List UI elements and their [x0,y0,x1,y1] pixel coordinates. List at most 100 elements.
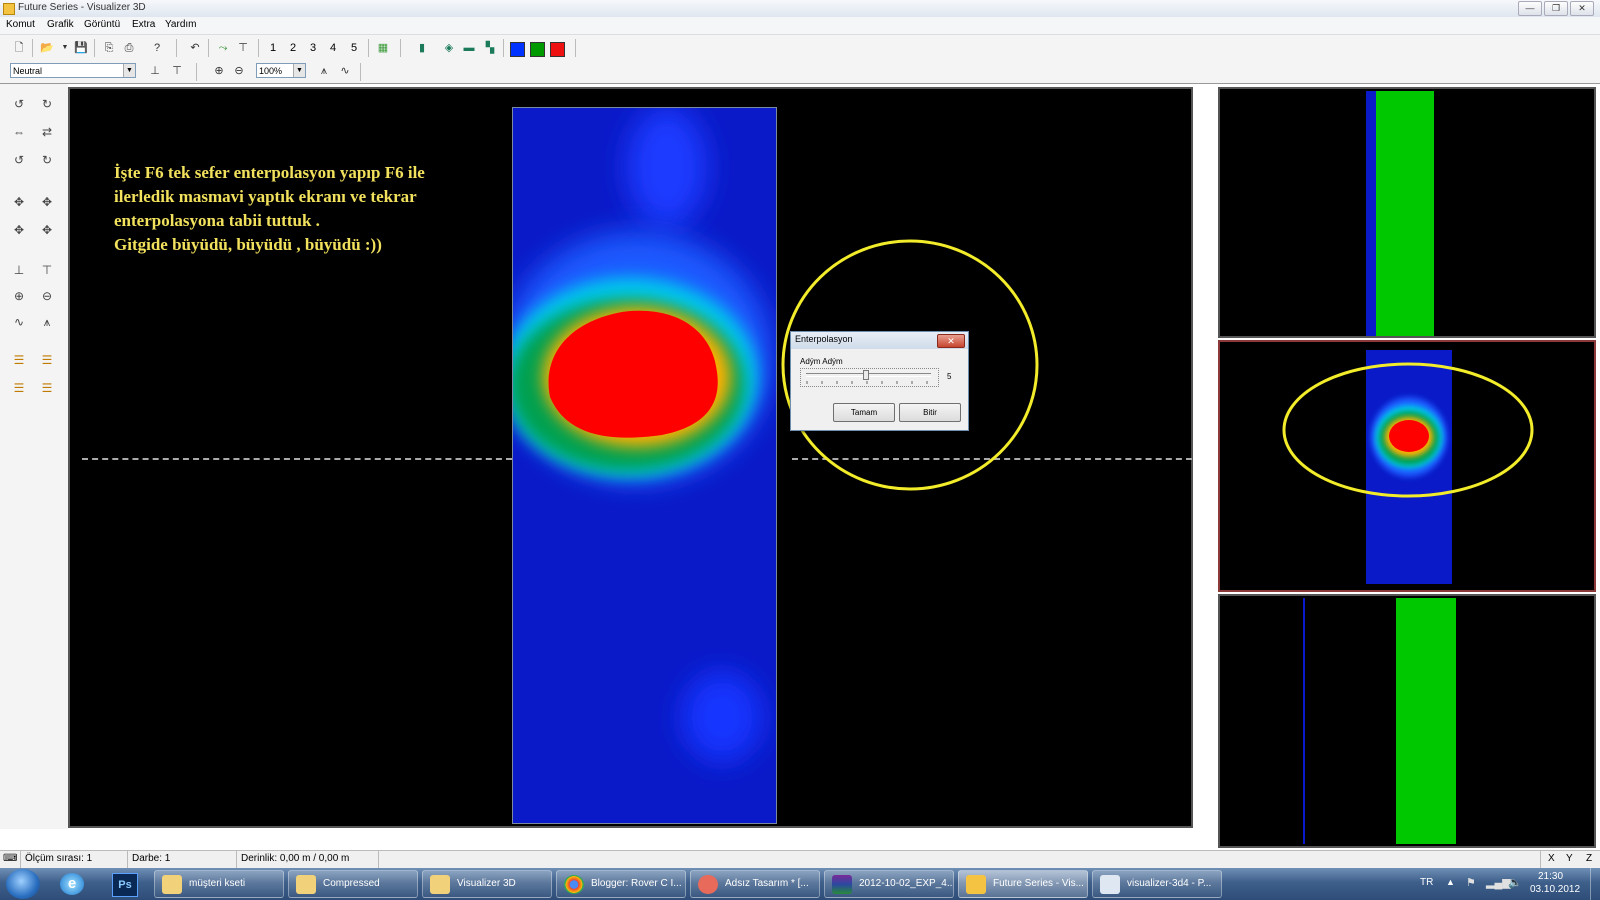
interpolate-icon[interactable]: ⤳ [214,39,232,57]
align-left-icon[interactable]: ☰ [10,380,28,396]
axis-x-button[interactable]: X [1548,853,1555,864]
restore-button[interactable]: ❐ [1544,1,1568,16]
grid-icon[interactable]: ▦ [374,39,392,57]
taskbar-item[interactable]: Adsız Tasarım * [... [690,870,820,898]
help-icon[interactable]: ? [148,39,166,57]
dialog-close-button[interactable]: ✕ [937,334,965,348]
minimize-button[interactable]: — [1518,1,1542,16]
main-toolbar: 🗋 📂 ▼ 💾 ⎘ ⎙ ? ↶ ⤳ ⊤ 1 2 3 4 5 ▦ ▮ ◈ ▬ ▚ [0,35,1600,62]
clock-time[interactable]: 21:30 [1538,871,1563,882]
chrome-icon [564,875,584,894]
side-view-top[interactable] [1218,87,1596,338]
side-view-bottom[interactable] [1218,594,1596,848]
amplify-down-icon[interactable]: ∿ [10,314,28,330]
pan-alt-icon[interactable]: ✥ [38,222,56,238]
start-button[interactable] [6,869,40,899]
zoom-select[interactable]: 100% ▼ [256,63,306,78]
step-down-icon[interactable]: ⊥ [146,62,164,80]
folder-icon [430,875,450,894]
clock-date[interactable]: 03.10.2012 [1530,884,1580,895]
taskbar-item[interactable]: 2012-10-02_EXP_4... [824,870,954,898]
finish-button[interactable]: Bitir [899,403,961,422]
step-up-icon[interactable]: ⊤ [38,262,56,278]
filter-icon[interactable]: ⊤ [234,39,252,57]
amplify-down-icon[interactable]: ∿ [336,62,354,80]
network-icon[interactable]: ▂▄▆ [1486,876,1511,889]
slice-icon[interactable]: ▬ [460,39,478,57]
menu-komut[interactable]: Komut [6,19,35,30]
taskbar-item[interactable]: Visualizer 3D [422,870,552,898]
taskbar-item[interactable]: Blogger: Rover C I... [556,870,686,898]
side-view-top-plot [1366,91,1434,336]
new-file-icon[interactable]: 🗋 [10,39,28,57]
flip-horizontal-alt-icon[interactable]: ⇄ [38,124,56,140]
side-view-bottom-plot [1303,598,1456,844]
align-right-icon[interactable]: ☰ [38,380,56,396]
volume-icon[interactable]: ▚ [481,39,499,57]
save-icon[interactable]: 💾 [72,39,90,57]
print-icon[interactable]: ⎙ [120,39,138,57]
menu-yardim[interactable]: Yardım [165,19,197,30]
undo-icon[interactable]: ↶ [186,39,204,57]
layer-up-icon[interactable]: ☰ [10,352,28,368]
menu-goruntu[interactable]: Görüntü [84,19,120,30]
zoom-out-icon[interactable]: ⊖ [230,62,248,80]
close-button[interactable]: ✕ [1570,1,1594,16]
red-color-swatch[interactable] [550,42,565,57]
open-folder-icon[interactable]: 📂 [38,39,56,57]
main-3d-view[interactable]: İşte F6 tek sefer enterpolasyon yapıp F6… [68,87,1193,828]
blue-color-swatch[interactable] [510,42,525,57]
step-down-icon[interactable]: ⊥ [10,262,28,278]
rotate-x-icon[interactable]: ↺ [10,152,28,168]
menu-grafik[interactable]: Grafik [47,19,74,30]
surface-icon[interactable]: ◈ [440,39,458,57]
language-indicator[interactable]: TR [1420,877,1433,888]
future-series-icon [966,875,986,894]
rotate-right-icon[interactable]: ↻ [38,96,56,112]
layer-down-icon[interactable]: ☰ [38,352,56,368]
view-4-button[interactable]: 4 [325,39,341,57]
action-center-icon[interactable]: ⚑ [1466,876,1476,889]
show-desktop-button[interactable] [1590,868,1600,900]
step-up-icon[interactable]: ⊤ [168,62,186,80]
pan-icon[interactable]: ✥ [10,222,28,238]
paint-icon [1100,875,1120,894]
move-icon[interactable]: ✥ [10,194,28,210]
taskbar-item-label: Blogger: Rover C I... [591,878,682,889]
taskbar-item-active[interactable]: Future Series - Vis... [958,870,1088,898]
taskbar-item[interactable]: müşteri kseti [154,870,284,898]
move-alt-icon[interactable]: ✥ [38,194,56,210]
layer-icon[interactable]: ▮ [413,39,431,57]
view-3-button[interactable]: 3 [305,39,321,57]
amplify-up-icon[interactable]: ⩚ [315,62,333,80]
export-icon[interactable]: ⎘ [100,39,118,57]
zoom-in-icon[interactable]: ⊕ [210,62,228,80]
taskbar-item[interactable]: Compressed [288,870,418,898]
internet-explorer-icon[interactable]: e [60,873,84,895]
view-5-button[interactable]: 5 [346,39,362,57]
taskbar-item[interactable]: visualizer-3d4 - P... [1092,870,1222,898]
volume-icon[interactable]: 🔈 [1508,876,1522,889]
rotate-left-icon[interactable]: ↺ [10,96,28,112]
mode-select[interactable]: Neutral ▼ [10,63,136,78]
photoshop-icon[interactable]: Ps [112,873,138,897]
axis-y-button[interactable]: Y [1566,853,1573,864]
menu-extra[interactable]: Extra [132,19,155,30]
axis-z-button[interactable]: Z [1586,853,1592,864]
ok-button[interactable]: Tamam [833,403,895,422]
step-slider[interactable] [800,368,939,387]
view-2-button[interactable]: 2 [285,39,301,57]
green-color-swatch[interactable] [530,42,545,57]
rotate-x-alt-icon[interactable]: ↻ [38,152,56,168]
winrar-icon [832,875,852,894]
view-1-button[interactable]: 1 [265,39,281,57]
zoom-out-icon[interactable]: ⊖ [38,288,56,304]
side-view-middle[interactable] [1218,340,1596,592]
toolbar-separator [368,39,369,57]
zoom-in-icon[interactable]: ⊕ [10,288,28,304]
flip-horizontal-icon[interactable]: ⇔ [10,124,28,140]
toolbar-separator [32,39,33,57]
amplify-up-icon[interactable]: ⩚ [38,314,56,330]
show-hidden-icons-icon[interactable]: ▲ [1446,877,1455,887]
toolbar-separator [360,63,361,81]
